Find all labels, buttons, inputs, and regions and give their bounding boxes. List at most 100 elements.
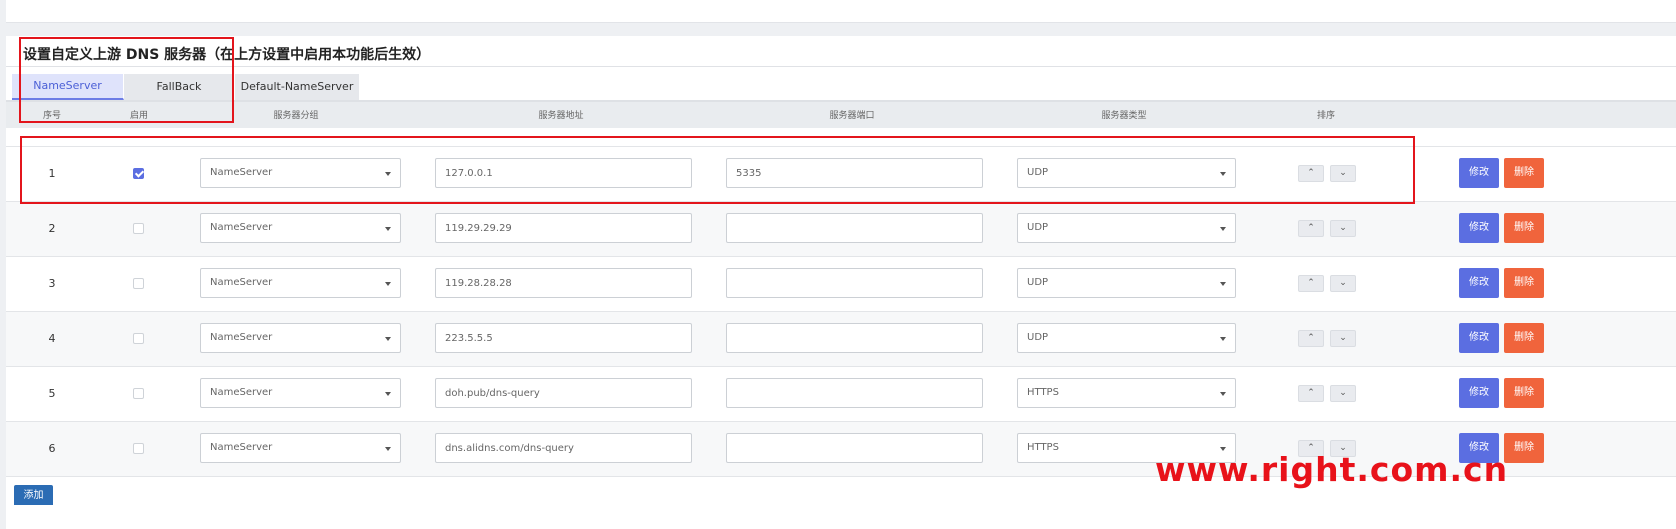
chevron-up-icon: ⌃ [1307, 333, 1315, 343]
server-type-value: UDP [1027, 222, 1049, 233]
server-port-input[interactable] [726, 158, 983, 188]
server-type-value: UDP [1027, 277, 1049, 288]
server-tabs: NameServer FallBack Default-NameServer [12, 74, 360, 100]
server-type-value: HTTPS [1027, 387, 1059, 398]
edit-button[interactable]: 修改 [1459, 158, 1499, 188]
edit-button[interactable]: 修改 [1459, 323, 1499, 353]
delete-button[interactable]: 删除 [1504, 323, 1544, 353]
move-down-button[interactable]: ⌄ [1330, 220, 1356, 237]
row-index: 3 [48, 277, 56, 290]
delete-button[interactable]: 删除 [1504, 378, 1544, 408]
watermark-text: www.right.com.cn [1155, 450, 1509, 489]
delete-button[interactable]: 删除 [1504, 158, 1544, 188]
server-type-select[interactable]: HTTPS [1017, 378, 1236, 408]
server-type-value: UDP [1027, 167, 1049, 178]
server-type-select[interactable]: UDP [1017, 213, 1236, 243]
server-type-select[interactable]: UDP [1017, 158, 1236, 188]
server-port-input[interactable] [726, 433, 983, 463]
chevron-up-icon: ⌃ [1307, 278, 1315, 288]
chevron-up-icon: ⌃ [1307, 223, 1315, 233]
move-up-button[interactable]: ⌃ [1298, 330, 1324, 347]
caret-down-icon [1220, 337, 1226, 341]
table-row: 1 NameServer UDP ⌃ ⌄ 修改删除 [6, 147, 1676, 202]
caret-down-icon [1220, 282, 1226, 286]
server-port-input[interactable] [726, 213, 983, 243]
tab-fallback[interactable]: FallBack [124, 74, 235, 100]
move-down-button[interactable]: ⌄ [1330, 330, 1356, 347]
enable-checkbox[interactable] [133, 388, 144, 399]
server-group-value: NameServer [210, 167, 273, 178]
server-type-select[interactable]: UDP [1017, 268, 1236, 298]
tab-default-nameserver[interactable]: Default-NameServer [235, 74, 360, 100]
add-button[interactable]: 添加 [14, 485, 53, 505]
server-address-input[interactable] [435, 433, 692, 463]
header-type: 服务器类型 [1101, 111, 1147, 121]
server-group-value: NameServer [210, 442, 273, 453]
server-address-input[interactable] [435, 213, 692, 243]
chevron-down-icon: ⌄ [1339, 333, 1347, 343]
enable-checkbox[interactable] [133, 443, 144, 454]
caret-down-icon [1220, 227, 1226, 231]
server-group-select[interactable]: NameServer [200, 158, 401, 188]
move-up-button[interactable]: ⌃ [1298, 275, 1324, 292]
move-up-button[interactable]: ⌃ [1298, 385, 1324, 402]
move-down-button[interactable]: ⌄ [1330, 165, 1356, 182]
delete-button[interactable]: 删除 [1504, 213, 1544, 243]
edit-button[interactable]: 修改 [1459, 378, 1499, 408]
caret-down-icon [385, 337, 391, 341]
server-type-value: UDP [1027, 332, 1049, 343]
enable-checkbox[interactable] [133, 223, 144, 234]
enable-checkbox[interactable] [133, 333, 144, 344]
table-row: 3 NameServer UDP ⌃ ⌄ 修改删除 [6, 257, 1676, 312]
edit-button[interactable]: 修改 [1459, 268, 1499, 298]
server-address-input[interactable] [435, 158, 692, 188]
server-port-input[interactable] [726, 268, 983, 298]
server-group-value: NameServer [210, 332, 273, 343]
server-group-value: NameServer [210, 387, 273, 398]
caret-down-icon [385, 392, 391, 396]
server-group-select[interactable]: NameServer [200, 433, 401, 463]
tab-nameserver[interactable]: NameServer [12, 74, 124, 100]
table-row: 2 NameServer UDP ⌃ ⌄ 修改删除 [6, 202, 1676, 257]
header-port: 服务器端口 [829, 111, 875, 121]
chevron-down-icon: ⌄ [1339, 388, 1347, 398]
chevron-up-icon: ⌃ [1307, 168, 1315, 178]
caret-down-icon [385, 282, 391, 286]
server-address-input[interactable] [435, 323, 692, 353]
title-divider [6, 66, 1676, 67]
chevron-down-icon: ⌄ [1339, 278, 1347, 288]
server-type-select[interactable]: UDP [1017, 323, 1236, 353]
delete-button[interactable]: 删除 [1504, 433, 1544, 463]
row-index: 4 [48, 332, 56, 345]
move-up-button[interactable]: ⌃ [1298, 165, 1324, 182]
edit-button[interactable]: 修改 [1459, 213, 1499, 243]
server-address-input[interactable] [435, 378, 692, 408]
header-enabled: 启用 [129, 111, 148, 121]
previous-section-card [6, 0, 1676, 23]
chevron-down-icon: ⌄ [1339, 168, 1347, 178]
table-spacer [6, 128, 1676, 147]
move-down-button[interactable]: ⌄ [1330, 385, 1356, 402]
caret-down-icon [1220, 392, 1226, 396]
server-port-input[interactable] [726, 323, 983, 353]
server-group-select[interactable]: NameServer [200, 213, 401, 243]
header-index: 序号 [42, 111, 61, 121]
move-down-button[interactable]: ⌄ [1330, 275, 1356, 292]
server-port-input[interactable] [726, 378, 983, 408]
server-group-select[interactable]: NameServer [200, 323, 401, 353]
row-index: 6 [48, 442, 56, 455]
row-index: 2 [48, 222, 56, 235]
enable-checkbox[interactable] [133, 278, 144, 289]
chevron-down-icon: ⌄ [1339, 223, 1347, 233]
caret-down-icon [385, 447, 391, 451]
move-up-button[interactable]: ⌃ [1298, 220, 1324, 237]
server-address-input[interactable] [435, 268, 692, 298]
row-index: 5 [48, 387, 56, 400]
server-group-select[interactable]: NameServer [200, 378, 401, 408]
row-index: 1 [48, 167, 56, 180]
server-group-select[interactable]: NameServer [200, 268, 401, 298]
server-type-value: HTTPS [1027, 442, 1059, 453]
enable-checkbox[interactable] [133, 168, 144, 179]
delete-button[interactable]: 删除 [1504, 268, 1544, 298]
table-header: 序号 启用 服务器分组 服务器地址 服务器端口 服务器类型 排序 [6, 100, 1676, 130]
